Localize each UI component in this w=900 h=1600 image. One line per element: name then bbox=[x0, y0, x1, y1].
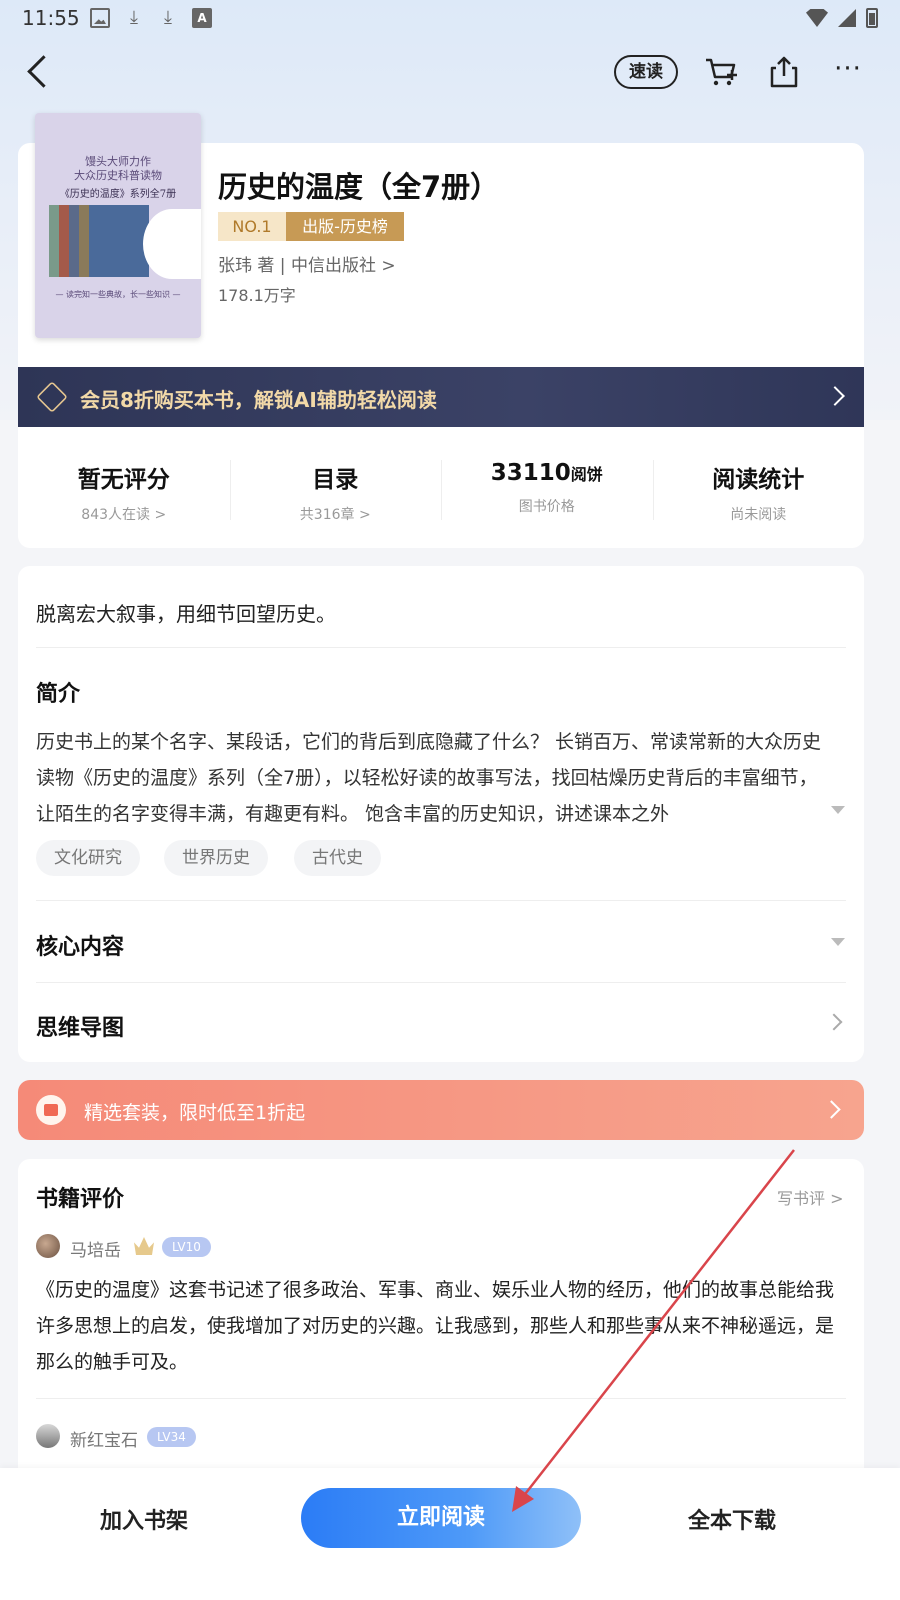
rank-number-badge: NO.1 bbox=[218, 212, 286, 241]
intro-title: 简介 bbox=[36, 682, 81, 707]
core-content-title[interactable]: 核心内容 bbox=[36, 929, 124, 961]
tag-ancient-history[interactable]: 古代史 bbox=[294, 840, 381, 876]
vip-banner-text: 会员8折购买本书，解锁AI辅助轻松阅读 bbox=[80, 388, 437, 412]
stat-value: 暂无评分 bbox=[77, 467, 170, 493]
avatar[interactable] bbox=[36, 1424, 60, 1448]
notification-icons: ⤓ ⤓ A bbox=[90, 8, 212, 28]
rank-list-badge[interactable]: 出版-历史榜 bbox=[286, 212, 404, 241]
status-time: 11:55 bbox=[22, 6, 80, 30]
back-icon[interactable] bbox=[20, 52, 60, 92]
stat-value: 33110阅饼 bbox=[490, 460, 603, 486]
cover-slogan: — 读完知一些典故，长一些知识 — bbox=[55, 290, 181, 299]
stat-toc[interactable]: 目录 共316章 > bbox=[229, 430, 442, 548]
vip-icon bbox=[36, 381, 68, 413]
more-icon[interactable]: ··· bbox=[828, 52, 868, 92]
stat-price: 33110阅饼 图书价格 bbox=[441, 430, 653, 548]
promo-text: 精选套装，限时低至1折起 bbox=[84, 1102, 306, 1124]
stat-label: 843人在读 > bbox=[81, 507, 167, 523]
book-title: 历史的温度（全7册） bbox=[218, 170, 500, 204]
download-icon: ⤓ bbox=[130, 7, 138, 28]
stat-rating[interactable]: 暂无评分 843人在读 > bbox=[18, 430, 230, 548]
chevron-down-icon[interactable] bbox=[831, 938, 845, 946]
read-now-button[interactable]: 立即阅读 bbox=[301, 1488, 581, 1548]
tag-world-history[interactable]: 世界历史 bbox=[164, 840, 268, 876]
stat-reading[interactable]: 阅读统计 尚未阅读 bbox=[652, 430, 865, 548]
book-stats: 暂无评分 843人在读 > 目录 共316章 > 33110阅饼 图书价格 阅读… bbox=[18, 430, 864, 548]
stat-label: 图书价格 bbox=[518, 499, 575, 515]
image-icon bbox=[90, 8, 110, 28]
review-user-name[interactable]: 马培岳 bbox=[70, 1236, 121, 1261]
review-user-name[interactable]: 新红宝石 bbox=[70, 1426, 138, 1451]
a-icon: A bbox=[192, 8, 212, 28]
mindmap-title[interactable]: 思维导图 bbox=[36, 1010, 124, 1042]
divider bbox=[36, 647, 846, 648]
stat-label: 共316章 > bbox=[299, 507, 371, 523]
download-icon: ⤓ bbox=[164, 7, 172, 28]
cover-circle bbox=[143, 209, 201, 279]
word-count: 178.1万字 bbox=[218, 286, 296, 305]
review-text[interactable]: 《历史的温度》这套书记述了很多政治、军事、商业、娱乐业人物的经历，他们的故事总能… bbox=[36, 1272, 846, 1380]
divider bbox=[36, 1398, 846, 1399]
wifi-icon bbox=[806, 9, 828, 27]
gift-icon bbox=[36, 1095, 66, 1125]
tag-culture[interactable]: 文化研究 bbox=[36, 840, 140, 876]
stat-value: 阅读统计 bbox=[712, 467, 805, 493]
stat-value: 目录 bbox=[312, 467, 359, 493]
book-cover[interactable]: 馒头大师力作 大众历史科普读物 《历史的温度》系列全7册 — 读完知一些典故，长… bbox=[35, 113, 201, 338]
battery-icon bbox=[866, 8, 878, 28]
book-tagline: 脱离宏大叙事，用细节回望历史。 bbox=[36, 602, 336, 626]
bundle-promo-banner[interactable]: 精选套装，限时低至1折起 bbox=[18, 1080, 864, 1140]
author-publisher-link[interactable]: 张玮 著 | 中信出版社 > bbox=[218, 251, 396, 276]
cover-series-text: 《历史的温度》系列全7册 bbox=[59, 189, 177, 200]
intro-fade bbox=[760, 796, 826, 832]
vip-banner[interactable]: 会员8折购买本书，解锁AI辅助轻松阅读 bbox=[18, 367, 864, 427]
reviews-title: 书籍评价 bbox=[36, 1187, 125, 1212]
divider bbox=[36, 982, 846, 983]
chevron-right-icon bbox=[825, 386, 845, 406]
share-icon[interactable] bbox=[764, 52, 804, 92]
add-to-shelf-button[interactable]: 加入书架 bbox=[100, 1503, 188, 1535]
download-all-button[interactable]: 全本下载 bbox=[688, 1503, 776, 1535]
user-level-badge: LV34 bbox=[147, 1427, 196, 1447]
cover-text: 馒头大师力作 大众历史科普读物 bbox=[74, 155, 162, 182]
system-icons bbox=[806, 8, 878, 28]
write-review-link[interactable]: 写书评 > bbox=[777, 1185, 844, 1209]
signal-icon bbox=[838, 9, 856, 27]
divider bbox=[36, 900, 846, 901]
expand-intro-icon[interactable] bbox=[831, 806, 845, 814]
status-bar: 11:55 ⤓ ⤓ A bbox=[0, 0, 900, 36]
avatar[interactable] bbox=[36, 1234, 60, 1258]
speed-read-button[interactable]: 速读 bbox=[614, 55, 678, 89]
user-level-badge: LV10 bbox=[162, 1237, 211, 1257]
stat-label: 尚未阅读 bbox=[730, 507, 787, 523]
chevron-right-icon bbox=[822, 1100, 841, 1119]
cart-icon[interactable] bbox=[700, 52, 740, 92]
intro-text[interactable]: 历史书上的某个名字、某段话，它们的背后到底隐藏了什么？ 长销百万、常读常新的大众… bbox=[36, 724, 826, 832]
